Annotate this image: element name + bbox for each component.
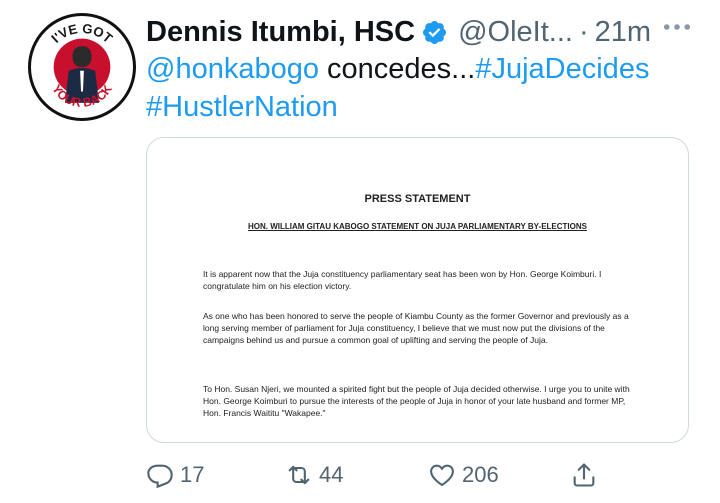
like-button[interactable]: 206: [428, 455, 499, 495]
reply-icon: [147, 464, 173, 489]
like-count: 206: [462, 462, 499, 487]
author-handle[interactable]: @OleIt...: [458, 14, 573, 50]
document-subtitle: HON. WILLIAM GITAU KABOGO STATEMENT ON J…: [248, 222, 587, 231]
tweet-timestamp[interactable]: 21m: [595, 14, 651, 50]
share-button[interactable]: [570, 455, 604, 495]
retweet-icon: [288, 465, 310, 485]
heart-icon: [430, 464, 454, 487]
share-icon: [573, 463, 595, 487]
press-statement-document: PRESS STATEMENT HON. WILLIAM GITAU KABOG…: [147, 138, 688, 442]
hashtag-link[interactable]: #HustlerNation: [146, 91, 338, 123]
document-paragraph: To Hon. Susan Njeri, we mounted a spirit…: [203, 384, 630, 418]
retweet-count: 44: [319, 462, 344, 487]
attached-image[interactable]: PRESS STATEMENT HON. WILLIAM GITAU KABOG…: [146, 137, 689, 443]
document-paragraph: As one who has been honored to serve the…: [203, 311, 629, 345]
retweet-button[interactable]: 44: [285, 455, 343, 495]
tweet-header: Dennis Itumbi, HSC @OleIt... · 21m: [146, 14, 651, 50]
document-title: PRESS STATEMENT: [364, 193, 471, 205]
author-name[interactable]: Dennis Itumbi, HSC: [146, 14, 415, 50]
more-horizontal-icon[interactable]: [652, 10, 702, 44]
hashtag-link[interactable]: #JujaDecides: [475, 53, 649, 85]
tweet-body-text: concedes...: [318, 53, 476, 85]
avatar[interactable]: I'VE GOT YOUR BACK: [28, 13, 136, 121]
mention-link[interactable]: @honkabogo: [146, 53, 319, 85]
header-separator: ·: [578, 16, 589, 48]
reply-button[interactable]: 17: [146, 455, 204, 495]
reply-count: 17: [180, 462, 205, 487]
verified-badge-icon: [421, 19, 448, 46]
tweet-text: @honkabogo concedes...#JujaDecides #Hust…: [146, 50, 706, 126]
avatar-image: I'VE GOT YOUR BACK: [36, 21, 128, 113]
document-paragraph: It is apparent now that the Juja constit…: [203, 269, 602, 291]
tweet-actions: 17 44 206: [0, 455, 720, 495]
